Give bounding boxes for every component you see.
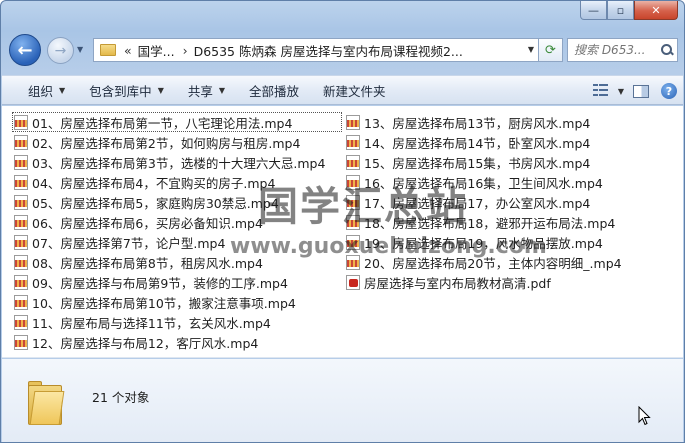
video-file-icon	[346, 154, 360, 170]
preview-pane-button[interactable]	[627, 76, 655, 106]
breadcrumb-separator-icon[interactable]: ›	[183, 43, 188, 58]
pdf-file-icon	[346, 274, 360, 290]
organize-label: 组织	[28, 83, 54, 99]
change-view-button[interactable]	[587, 76, 615, 106]
view-controls: ▼ ?	[587, 76, 683, 106]
address-bar[interactable]: « 国学... › D6535 陈炳森 房屋选择与室内布局课程视频2... ▼	[93, 38, 539, 62]
forward-button[interactable]: →	[47, 37, 74, 64]
details-pane: 21 个对象	[2, 359, 683, 442]
video-file-icon	[346, 134, 360, 150]
file-name: 04、房屋选择布局4，不宜购买的房子.mp4	[32, 175, 276, 191]
file-column-1: 01、房屋选择布局第一节，八宅理论用法.mp4 02、房屋选择布局第2节，如何购房…	[12, 112, 344, 352]
file-name: 13、房屋选择布局13节，厨房风水.mp4	[364, 115, 591, 131]
refresh-button[interactable]: ⟳	[539, 38, 563, 62]
folder-icon	[28, 381, 65, 425]
file-item[interactable]: 02、房屋选择布局第2节，如何购房与租房.mp4	[12, 132, 344, 152]
video-file-icon	[346, 114, 360, 130]
new-folder-button[interactable]: 新建文件夹	[311, 75, 398, 105]
file-item[interactable]: 03、房屋选择布局第3节，选楼的十大理六大忌.mp4	[12, 152, 344, 172]
help-button[interactable]: ?	[655, 76, 683, 106]
view-options-dropdown[interactable]: ▼	[615, 76, 627, 106]
share-label: 共享	[187, 83, 213, 99]
maximize-button[interactable]: ▫	[607, 1, 634, 20]
video-file-icon	[14, 134, 28, 150]
explorer-window: — ▫ ✕ ← → ▼ « 国学... › D6535 陈炳森 房屋选择与室内布…	[0, 0, 685, 443]
include-in-library-menu[interactable]: 包含到库中 ▼	[77, 75, 176, 105]
chevron-down-icon: ▼	[218, 85, 226, 95]
include-in-library-label: 包含到库中	[89, 83, 152, 99]
video-file-icon	[14, 114, 28, 130]
chevron-down-icon: ▼	[157, 85, 164, 95]
file-name: 房屋选择与室内布局教材高清.pdf	[364, 275, 551, 291]
file-item[interactable]: 10、房屋选择布局第10节，搬家注意事项.mp4	[12, 292, 344, 312]
breadcrumb-item-guoxue[interactable]: 国学...	[138, 41, 175, 60]
file-item[interactable]: 11、房屋布局与选择11节，玄关风水.mp4	[12, 312, 344, 332]
file-name: 03、房屋选择布局第3节，选楼的十大理六大忌.mp4	[32, 155, 326, 171]
video-file-icon	[14, 214, 28, 230]
file-item[interactable]: 13、房屋选择布局13节，厨房风水.mp4	[344, 112, 674, 132]
video-file-icon	[14, 194, 28, 210]
file-name: 05、房屋选择布局5，家庭购房30禁忌.mp4	[32, 195, 279, 211]
file-item[interactable]: 15、房屋选择布局15集，书房风水.mp4	[344, 152, 674, 172]
share-menu[interactable]: 共享 ▼	[176, 75, 237, 105]
video-file-icon	[14, 174, 28, 190]
folder-icon	[100, 44, 116, 56]
video-file-icon	[14, 314, 28, 330]
video-file-icon	[14, 334, 28, 350]
watermark-url: www.guoxuehuizong.com	[230, 234, 547, 259]
forward-arrow-icon: →	[54, 42, 67, 59]
command-bar: 组织 ▼ 包含到库中 ▼ 共享 ▼ 全部播放 新建文件夹 ▼ ?	[2, 75, 683, 105]
file-item[interactable]: 01、房屋选择布局第一节，八宅理论用法.mp4	[12, 112, 342, 132]
navigation-bar: ← → ▼ « 国学... › D6535 陈炳森 房屋选择与室内布局课程视频2…	[9, 33, 678, 67]
file-item[interactable]: 房屋选择与室内布局教材高清.pdf	[344, 272, 674, 292]
address-dropdown-icon[interactable]: ▼	[528, 45, 534, 54]
file-name: 02、房屋选择布局第2节，如何购房与租房.mp4	[32, 135, 301, 151]
video-file-icon	[14, 274, 28, 290]
file-name: 11、房屋布局与选择11节，玄关风水.mp4	[32, 315, 271, 331]
back-arrow-icon: ←	[17, 39, 33, 61]
file-item[interactable]: 12、房屋选择与布局12，客厅风水.mp4	[12, 332, 344, 352]
file-name: 15、房屋选择布局15集，书房风水.mp4	[364, 155, 591, 171]
search-icon[interactable]	[660, 43, 674, 57]
file-name: 10、房屋选择布局第10节，搬家注意事项.mp4	[32, 295, 296, 311]
minimize-button[interactable]: —	[580, 1, 607, 20]
video-file-icon	[14, 234, 28, 250]
recent-pages-dropdown-icon[interactable]: ▼	[77, 45, 87, 57]
watermark-text: 国学汇总站	[258, 184, 468, 230]
preview-pane-icon	[633, 84, 649, 98]
file-name: 09、房屋选择与布局第9节，装修的工序.mp4	[32, 275, 288, 291]
help-icon: ?	[661, 83, 677, 99]
chevron-down-icon: ▼	[59, 85, 66, 95]
play-all-button[interactable]: 全部播放	[237, 75, 311, 105]
file-name: 01、房屋选择布局第一节，八宅理论用法.mp4	[32, 115, 293, 131]
file-name: 08、房屋选择布局第8节，租房风水.mp4	[32, 255, 263, 271]
video-file-icon	[14, 254, 28, 270]
breadcrumb-overflow[interactable]: «	[124, 43, 132, 58]
file-name: 06、房屋选择布局6，买房必备知识.mp4	[32, 215, 263, 231]
list-view-icon	[593, 84, 609, 98]
file-name: 12、房屋选择与布局12，客厅风水.mp4	[32, 335, 259, 351]
file-item[interactable]: 09、房屋选择与布局第9节，装修的工序.mp4	[12, 272, 344, 292]
refresh-icon: ⟳	[545, 42, 556, 58]
file-name: 07、房屋选择第7节，论户型.mp4	[32, 235, 226, 251]
caption-buttons: — ▫ ✕	[580, 1, 678, 21]
search-input[interactable]	[574, 43, 658, 57]
file-name: 14、房屋选择布局14节，卧室风水.mp4	[364, 135, 591, 151]
file-item[interactable]: 14、房屋选择布局14节，卧室风水.mp4	[344, 132, 674, 152]
organize-menu[interactable]: 组织 ▼	[2, 75, 77, 105]
back-button[interactable]: ←	[9, 34, 41, 66]
search-box[interactable]	[567, 38, 678, 62]
close-button[interactable]: ✕	[634, 1, 678, 20]
file-list[interactable]: 01、房屋选择布局第一节，八宅理论用法.mp4 02、房屋选择布局第2节，如何购房…	[2, 106, 683, 358]
item-count: 21 个对象	[92, 390, 150, 405]
breadcrumb-item-current[interactable]: D6535 陈炳森 房屋选择与室内布局课程视频2...	[194, 41, 463, 60]
video-file-icon	[14, 154, 28, 170]
video-file-icon	[14, 294, 28, 310]
